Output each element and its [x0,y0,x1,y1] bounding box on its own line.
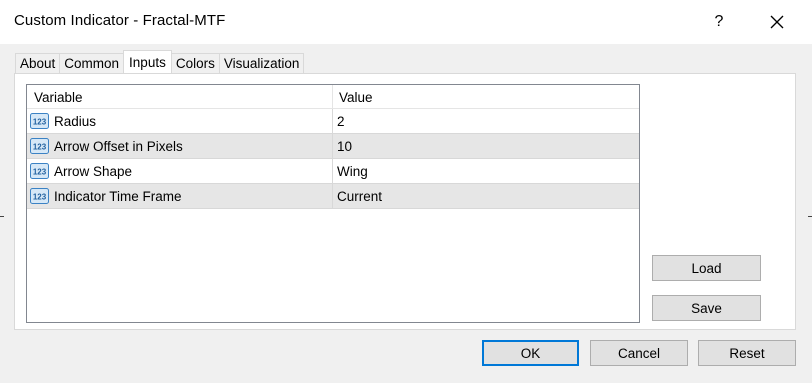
tab-inputs[interactable]: Inputs [123,50,172,73]
reset-button[interactable]: Reset [698,340,796,366]
number-type-icon: 123 [30,188,49,204]
variable-value[interactable]: Current [337,189,382,204]
variable-name: Arrow Offset in Pixels [54,139,183,154]
close-button[interactable] [756,6,798,38]
variable-value[interactable]: Wing [337,164,368,179]
variable-value[interactable]: 2 [337,114,345,129]
table-row[interactable]: 123 Indicator Time Frame Current [27,184,639,209]
cell-separator [332,134,333,158]
help-button[interactable]: ? [698,6,740,38]
tab-colors[interactable]: Colors [170,53,220,73]
inputs-panel: Variable Value 123 Radius 2 123 Arrow Of… [14,73,796,330]
save-button[interactable]: Save [652,295,761,321]
column-header-variable[interactable]: Variable [34,90,83,105]
window-title: Custom Indicator - Fractal-MTF [14,12,226,29]
help-icon: ? [714,13,724,30]
tab-strip: About Common Inputs Colors Visualization [15,50,305,73]
variable-name: Indicator Time Frame [54,189,182,204]
cell-separator [332,184,333,208]
ok-button[interactable]: OK [482,340,579,366]
tab-about[interactable]: About [15,53,61,73]
table-row[interactable]: 123 Arrow Shape Wing [27,159,639,184]
variable-name: Radius [54,114,97,129]
header-separator[interactable] [332,85,333,108]
table-row[interactable]: 123 Arrow Offset in Pixels 10 [27,134,639,159]
svg-text:123: 123 [33,168,47,177]
tab-visualization[interactable]: Visualization [218,53,305,73]
window-edge-mark-right [808,216,812,217]
inputs-grid: Variable Value 123 Radius 2 123 Arrow Of… [26,84,640,323]
table-row[interactable]: 123 Radius 2 [27,109,639,134]
number-type-icon: 123 [30,163,49,179]
load-button[interactable]: Load [652,255,761,281]
window-edge-mark-left [0,216,4,217]
cell-separator [332,159,333,183]
grid-header: Variable Value [27,85,639,109]
variable-value[interactable]: 10 [337,139,352,154]
column-header-value[interactable]: Value [339,90,373,105]
cancel-button[interactable]: Cancel [590,340,688,366]
close-icon [770,15,784,29]
svg-text:123: 123 [33,193,47,202]
number-type-icon: 123 [30,138,49,154]
variable-name: Arrow Shape [54,164,133,179]
cell-separator [332,109,333,133]
svg-text:123: 123 [33,118,47,127]
number-type-icon: 123 [30,113,49,129]
tab-common[interactable]: Common [59,53,125,73]
title-bar: Custom Indicator - Fractal-MTF ? [0,0,812,44]
svg-text:123: 123 [33,143,47,152]
